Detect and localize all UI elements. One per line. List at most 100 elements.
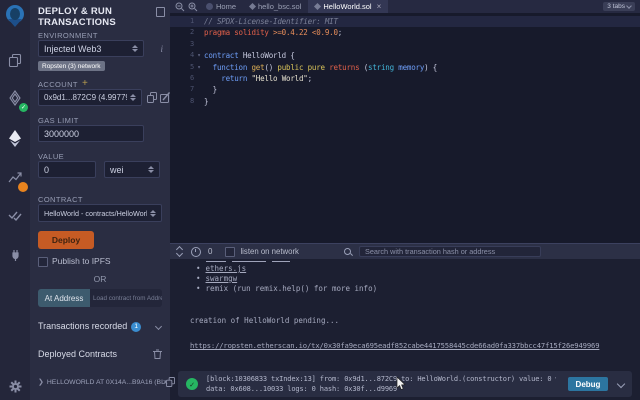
solidity-file-icon [249,3,256,10]
line-number: 1 [170,16,194,27]
fold-spacer [194,27,204,38]
code-text: // SPDX-License-Identifier: MIT [204,16,338,27]
terminal-text: remix (run remix.help() for more info) [206,284,378,293]
code-line: 3 [170,39,640,50]
code-editor[interactable]: 1 // SPDX-License-Identifier: MIT2pragma … [170,13,640,243]
line-number: 7 [170,84,194,95]
static-analysis-icon[interactable] [0,163,30,191]
line-number: 6 [170,73,194,84]
tx-log-text: [block:10306833 txIndex:13] from: 0x9d1.… [206,374,556,394]
value-input[interactable] [38,161,96,178]
select-stepper-icon [148,166,154,173]
fold-spacer [194,39,204,50]
tab-hello-bsc-sol[interactable]: hello_bsc.sol [243,0,308,13]
compile-success-badge: ✓ [19,103,28,112]
panel-docs-icon[interactable] [156,7,165,17]
create-account-plus-icon[interactable]: + [82,78,88,89]
at-address-button[interactable]: At Address [38,289,90,307]
line-number: 8 [170,96,194,107]
expand-caret-icon[interactable]: ❯ [38,378,44,386]
code-lines: 1 // SPDX-License-Identifier: MIT2pragma … [170,13,640,107]
value-unit-select[interactable]: wei [104,161,160,178]
tx-expand-chevron-icon[interactable] [617,380,625,388]
terminal-link[interactable]: ethers.js [206,264,247,273]
publish-ipfs-checkbox[interactable] [38,257,48,267]
panel-title: DEPLOY & RUN TRANSACTIONS [38,6,154,28]
fold-arrow-icon[interactable]: ▾ [194,62,204,73]
tabs-menu-label: 3 tabs [607,3,625,10]
value-unit: wei [110,165,145,175]
unit-testing-icon[interactable] [0,202,30,230]
listen-network-checkbox[interactable] [225,247,235,257]
search-icon [343,247,353,257]
environment-info-icon[interactable]: i [160,44,163,54]
etherscan-link[interactable]: https://ropsten.etherscan.io/tx/0x30fa9e… [190,341,599,350]
environment-select[interactable]: Injected Web3 [38,40,144,57]
code-line: 6 return "Hello World"; [170,73,640,84]
terminal-search-input[interactable] [359,246,541,257]
line-number: 2 [170,27,194,38]
zoom-in-icon[interactable] [186,0,199,13]
remix-logo-icon[interactable] [0,2,30,30]
transactions-chevron-icon[interactable] [155,323,162,330]
plugin-manager-icon[interactable] [0,240,30,268]
mouse-cursor [396,377,408,391]
remix-ide-window: ✓ [0,0,640,400]
select-stepper-icon [132,45,138,52]
fold-spacer [194,96,204,107]
environment-value: Injected Web3 [44,44,129,54]
pending-tx-count: 0 [208,247,212,256]
terminal-pending-text: creation of HelloWorld pending... [190,316,339,325]
fold-spacer [194,84,204,95]
code-text: } [204,96,208,107]
contract-select[interactable]: HelloWorld - contracts/HelloWorld.sol [38,204,162,222]
gas-limit-input[interactable] [38,125,144,142]
network-badge: Ropsten (3) network [38,61,105,71]
transactions-count-badge: 1 [131,322,141,332]
transactions-recorded-label: Transactions recorded1 [38,321,141,332]
file-explorer-icon[interactable] [0,46,30,74]
at-address-input[interactable]: Load contract from Address [90,289,162,307]
main-area: Homehello_bsc.solHelloWorld.sol× 3 tabs … [170,0,640,400]
terminal-text-item: •remix (run remix.help() for more info) [196,284,377,293]
remove-deployed-icon[interactable]: × [163,377,168,387]
settings-gear-icon[interactable] [0,372,30,400]
clear-deployed-trash-icon[interactable] [153,349,162,359]
sign-message-pencil-icon[interactable] [160,92,170,103]
tx-success-check-icon: ✓ [186,378,198,390]
tab-helloworld-sol[interactable]: HelloWorld.sol× [308,0,388,13]
gas-limit-label: GAS LIMIT [38,116,79,125]
value-label: VALUE [38,152,64,161]
bullet: • [196,274,201,283]
select-stepper-icon [150,210,156,217]
deployed-contract-label: HELLOWORLD AT 0X14A...B9A16 (BLO [47,379,166,386]
deploy-button[interactable]: Deploy [38,231,94,249]
terminal-link-item: •ethers.js [196,264,246,273]
line-number: 3 [170,39,194,50]
deploy-and-run-icon[interactable] [0,124,30,152]
debug-button[interactable]: Debug [568,377,608,391]
icon-sidebar: ✓ [0,0,30,400]
account-select[interactable]: 0x9d1...872C9 (4.99779272 [38,89,142,106]
tab-label: hello_bsc.sol [258,2,301,11]
fold-arrow-icon[interactable]: ▾ [194,50,204,61]
code-text: return "Hello World"; [204,73,312,84]
code-text: function get() public pure returns (stri… [204,62,437,73]
close-tab-icon[interactable]: × [377,3,382,11]
tab-home[interactable]: Home [199,0,243,13]
listen-network-label: listen on network [240,247,299,256]
terminal-link[interactable]: swarmgw [206,274,238,283]
code-text: contract HelloWorld { [204,50,295,61]
code-line: 7 } [170,84,640,95]
tabs-menu-button[interactable]: 3 tabs [603,2,635,11]
copy-account-icon[interactable] [147,92,157,103]
zoom-out-icon[interactable] [173,0,186,13]
terminal-expand-icon[interactable] [177,247,182,256]
environment-label: ENVIRONMENT [38,31,98,40]
tx-log-line1: [block:10306833 txIndex:13] from: 0x9d1.… [206,374,556,384]
solidity-compiler-icon[interactable]: ✓ [0,84,30,112]
fold-spacer [194,73,204,84]
deployed-contract-item[interactable]: ❯ HELLOWORLD AT 0X14A...B9A16 (BLO [38,378,166,386]
code-line: 2pragma solidity >=0.4.22 <0.9.0; [170,27,640,38]
or-divider: OR [30,274,170,284]
